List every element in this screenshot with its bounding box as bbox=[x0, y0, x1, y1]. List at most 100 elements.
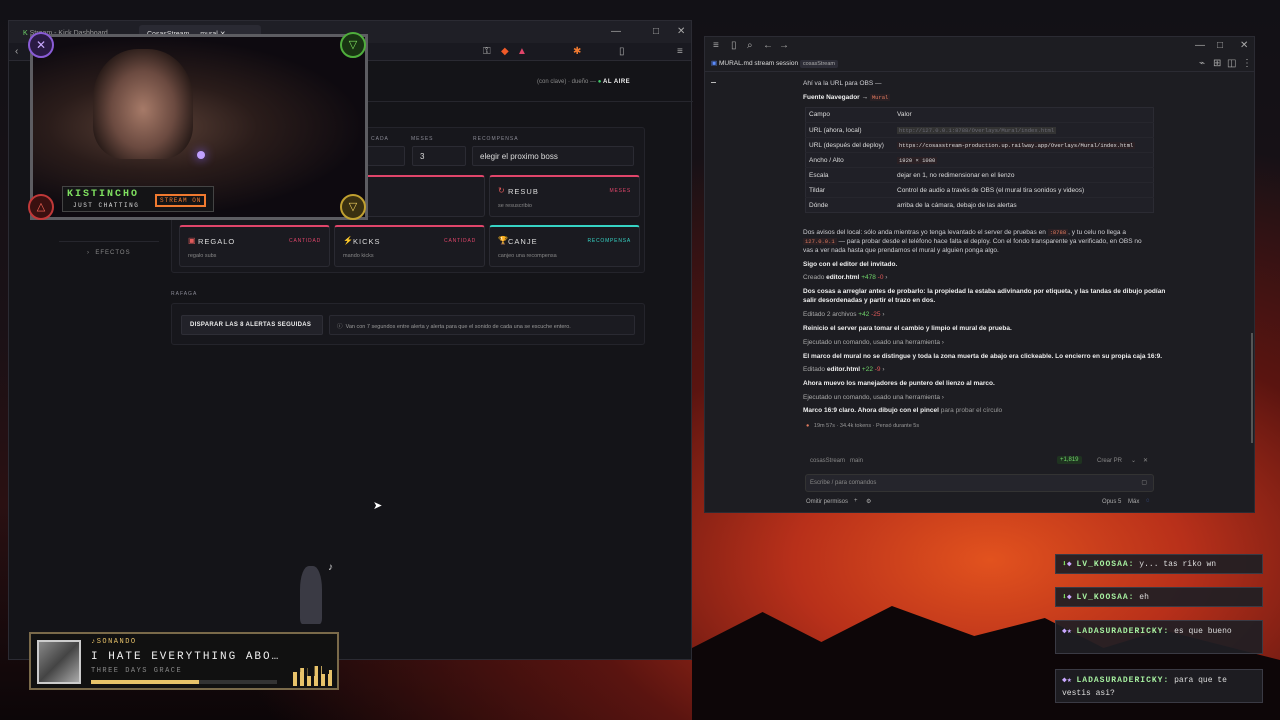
branch-bar: cosasStream main +1,819 Crear PR ⌄ ✕ bbox=[805, 454, 1154, 468]
live-status: (con clave) · dueño — ● AL AIRE bbox=[537, 79, 630, 85]
line-edit3[interactable]: Editado editor.html +22 -9 › bbox=[803, 366, 885, 373]
arrow-right-icon: → bbox=[861, 94, 869, 101]
card-title: RESUB bbox=[508, 187, 539, 196]
line-creado[interactable]: Creado editor.html +478 -0 › bbox=[803, 274, 887, 281]
music-progress-fill bbox=[91, 680, 199, 684]
sidebar-item-efectos[interactable]: › EFECTOS bbox=[87, 250, 131, 256]
dropdown-icon[interactable]: ⌄ bbox=[1131, 457, 1136, 464]
music-status-label: SONANDO bbox=[96, 638, 137, 646]
text: Editado 2 archivos bbox=[803, 311, 857, 318]
live-dot-icon: ● bbox=[597, 79, 602, 85]
para1-line1: Dos avisos del local: sólo anda mientras… bbox=[803, 229, 1126, 236]
table-cell: Tildar bbox=[809, 187, 826, 194]
create-pr-button[interactable]: Crear PR bbox=[1097, 458, 1122, 464]
maximize-icon[interactable]: □ bbox=[653, 27, 659, 37]
close-bar-icon[interactable]: ✕ bbox=[1143, 457, 1148, 464]
line-edit2[interactable]: Editado 2 archivos +42 -25 › bbox=[803, 311, 885, 318]
text: — para probar desde el teléfono hace fal… bbox=[838, 238, 1142, 245]
table-row: Dónde arriba de la cámara, debajo de las … bbox=[805, 197, 1154, 212]
star-icon: ★ bbox=[1066, 627, 1072, 636]
chat-username: LADASURADERICKY: bbox=[1076, 627, 1170, 636]
effort-selector[interactable]: Máx bbox=[1128, 499, 1139, 505]
removed-count: -9 bbox=[874, 366, 881, 373]
brave-shield-icon[interactable]: ◆ bbox=[501, 47, 509, 57]
info-icon: ⓘ bbox=[337, 324, 343, 330]
recompensa-input[interactable]: elegir el proximo boss bbox=[472, 146, 634, 166]
loading-icon: ◌ bbox=[1146, 498, 1150, 504]
text: Ejecutado un comando, usado una herramie… bbox=[803, 339, 940, 346]
alert-card-kicks[interactable]: ⚡ KICKS CANTIDAD mando kicks bbox=[334, 225, 485, 267]
minimize-icon[interactable]: — bbox=[611, 27, 621, 37]
line-fuente: Fuente Navegador → Mural bbox=[803, 94, 891, 101]
prompt-footer: Omitir permisos + ⚙ Opus 5 Máx ◌ bbox=[806, 497, 1154, 507]
cada-input[interactable] bbox=[367, 146, 405, 166]
music-status: ♪SONANDO bbox=[91, 638, 137, 646]
terminal-icon[interactable]: ⌁ bbox=[1199, 59, 1205, 69]
fuente-code: Mural bbox=[869, 94, 891, 101]
para1-line2: 127.0.0.1 — para probar desde el teléfon… bbox=[803, 238, 1142, 245]
minimize-icon[interactable]: — bbox=[1195, 41, 1205, 51]
model-selector[interactable]: Opus 5 bbox=[1102, 499, 1121, 505]
attach-icon[interactable]: ▢ bbox=[1141, 479, 1147, 486]
settings-icon[interactable]: ⚙ bbox=[866, 498, 871, 505]
spinner-icon: ● bbox=[806, 423, 810, 429]
text: Ejecutado un comando, usado una herramie… bbox=[803, 394, 940, 401]
cursor-dash bbox=[711, 82, 716, 83]
line-ejecutado[interactable]: Ejecutado un comando, usado una herramie… bbox=[803, 339, 944, 346]
session-tab[interactable]: ▣ MURAL.md stream session cosasStream bbox=[711, 59, 838, 68]
chevron-right-icon: › bbox=[882, 366, 885, 373]
pixel-character bbox=[300, 566, 322, 624]
streamer-nameplate: KISTINCHO JUST CHATTING STREAM ON bbox=[62, 186, 214, 212]
card-title: KICKS bbox=[353, 237, 381, 246]
gift-icon: ▣ bbox=[188, 236, 196, 245]
table-row: URL (ahora, local) http://127.0.0.1:8788/… bbox=[805, 122, 1154, 137]
card-tag: MESES bbox=[609, 188, 631, 194]
line-editor: Sigo con el editor del invitado. bbox=[803, 261, 897, 268]
rewards-icon[interactable]: ▲ bbox=[517, 47, 527, 57]
added-count: +22 bbox=[861, 366, 873, 373]
alert-card-regalo[interactable]: ▣ REGALO CANTIDAD regalo subs bbox=[179, 225, 330, 267]
burst-alerts-button[interactable]: DISPARAR LAS 8 ALERTAS SEGUIDAS bbox=[181, 315, 323, 335]
session-header-divider bbox=[705, 71, 1254, 72]
branch-name[interactable]: main bbox=[850, 458, 863, 464]
extensions-icon[interactable]: ✱ bbox=[573, 47, 581, 57]
back-arrow-icon[interactable]: ← bbox=[763, 41, 773, 51]
add-icon[interactable]: + bbox=[854, 498, 858, 504]
panel-icon[interactable]: ▯ bbox=[731, 41, 737, 51]
forward-arrow-icon[interactable]: → bbox=[779, 41, 789, 51]
prompt-input[interactable]: Escribe / para comandos ▢ bbox=[805, 474, 1154, 492]
table-cell: URL (después del deploy) bbox=[809, 142, 884, 149]
webcam-light bbox=[197, 151, 205, 159]
column-header: Valor bbox=[897, 111, 912, 118]
alert-card-resub[interactable]: ↻ RESUB MESES se resuscribio bbox=[489, 175, 640, 217]
menu-icon[interactable]: ≡ bbox=[677, 47, 683, 57]
search-icon[interactable]: ⌕ bbox=[747, 41, 753, 51]
chat-message: ⬇◆ LV_KOOSAA: eh bbox=[1055, 587, 1263, 607]
album-art bbox=[37, 640, 81, 684]
close-icon[interactable]: ✕ bbox=[677, 27, 685, 37]
music-progress bbox=[91, 680, 277, 684]
table-row: Tildar Control de audio a través de OBS (… bbox=[805, 182, 1154, 197]
card-tag: RECOMPENSA bbox=[587, 238, 631, 244]
maximize-icon[interactable]: □ bbox=[1217, 41, 1223, 51]
chevron-right-icon: › bbox=[87, 250, 90, 256]
table-cell: Dónde bbox=[809, 202, 829, 209]
label-cada: CADA bbox=[371, 136, 389, 142]
text: salir desordenadas y partir el trazo en … bbox=[803, 297, 936, 304]
alert-card-canje[interactable]: 🏆 CANJE RECOMPENSA canjeo una recompensa bbox=[489, 225, 640, 267]
menu-icon[interactable]: ≡ bbox=[713, 41, 719, 51]
diff-badge[interactable]: +1,819 bbox=[1057, 456, 1082, 464]
sidebar-icon[interactable]: ▯ bbox=[619, 47, 625, 57]
more-icon[interactable]: ⋮ bbox=[1242, 59, 1252, 69]
meses-input[interactable]: 3 bbox=[412, 146, 466, 166]
line-ejecutado2[interactable]: Ejecutado un comando, usado una herramie… bbox=[803, 394, 944, 401]
back-icon[interactable]: ‹ bbox=[15, 47, 18, 57]
key-icon[interactable]: ⚿ bbox=[483, 47, 491, 57]
table-cell: http://127.0.0.1:8788/Overlays/Mural/ind… bbox=[897, 127, 1057, 134]
chat-message: ◆★ LADASURADERICKY: para que te vestis a… bbox=[1055, 669, 1263, 703]
skip-permissions-toggle[interactable]: Omitir permisos bbox=[806, 499, 848, 505]
scrollbar[interactable] bbox=[1251, 333, 1253, 443]
layout-icon[interactable]: ⊞ bbox=[1213, 59, 1221, 69]
split-icon[interactable]: ◫ bbox=[1227, 59, 1236, 69]
close-icon[interactable]: ✕ bbox=[1240, 41, 1248, 51]
